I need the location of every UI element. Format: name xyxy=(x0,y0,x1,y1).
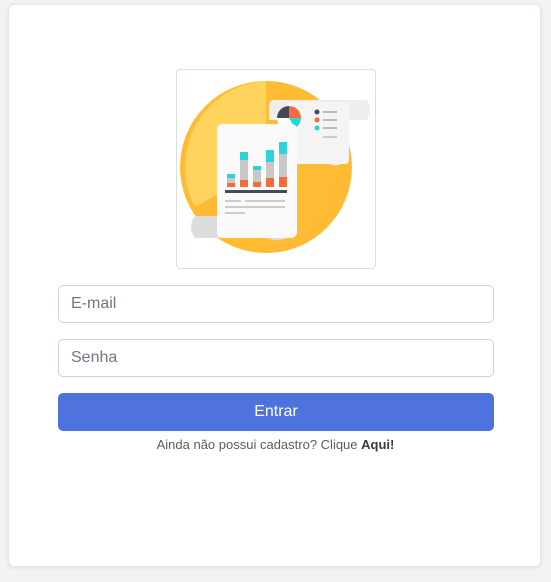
signup-link[interactable]: Aqui! xyxy=(361,437,394,452)
logo-frame xyxy=(176,69,376,269)
login-button[interactable]: Entrar xyxy=(58,393,494,431)
financial-report-illustration-icon xyxy=(180,81,370,253)
signup-prompt: Ainda não possui cadastro? Clique Aqui! xyxy=(9,437,542,452)
signup-prompt-text: Ainda não possui cadastro? Clique xyxy=(156,437,358,452)
login-card: Entrar Ainda não possui cadastro? Clique… xyxy=(8,4,541,567)
password-field[interactable] xyxy=(58,339,494,377)
email-field[interactable] xyxy=(58,285,494,323)
